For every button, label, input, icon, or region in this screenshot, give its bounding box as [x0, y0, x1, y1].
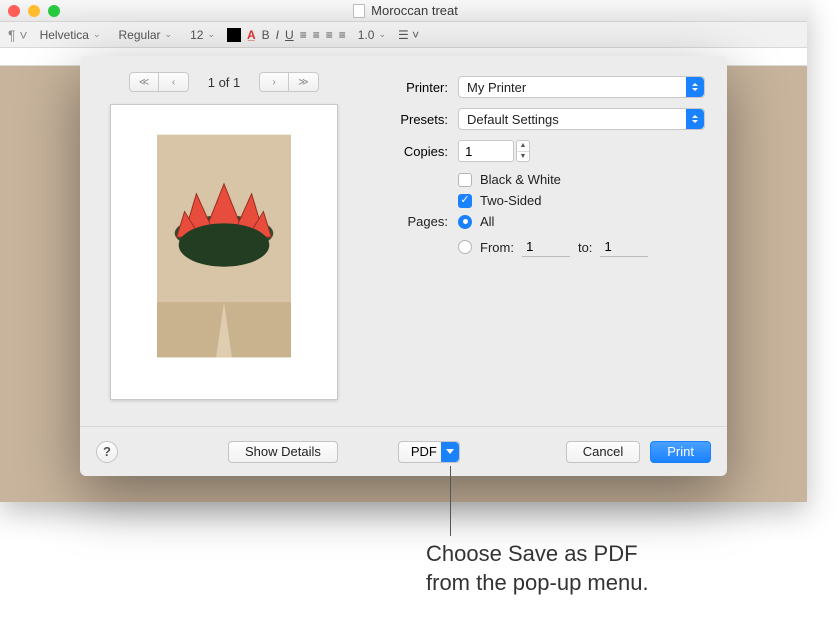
presets-label: Presets: — [378, 112, 448, 127]
help-button[interactable]: ? — [96, 441, 118, 463]
black-white-checkbox[interactable] — [458, 173, 472, 187]
page-thumbnail — [110, 104, 338, 400]
align-justify-button[interactable]: ≡ — [339, 28, 346, 42]
pages-from-input[interactable] — [522, 237, 570, 257]
pdf-popup-button[interactable]: PDF — [398, 441, 460, 463]
pages-to-label: to: — [578, 240, 592, 255]
underline-button[interactable]: U — [285, 28, 294, 42]
first-page-button[interactable]: ≪ — [129, 72, 159, 92]
print-preview-pane: ≪ ‹ 1 of 1 › ≫ — [80, 56, 368, 426]
align-center-button[interactable]: ≡ — [313, 28, 320, 42]
text-color-swatch[interactable] — [227, 28, 241, 42]
printer-label: Printer: — [378, 80, 448, 95]
page-indicator: 1 of 1 — [199, 75, 249, 90]
select-arrows-icon — [686, 77, 704, 97]
callout-text: Choose Save as PDF from the pop-up menu. — [426, 540, 649, 597]
minimize-window-button[interactable] — [28, 5, 40, 17]
print-button[interactable]: Print — [650, 441, 711, 463]
font-style-select[interactable]: Regular⌄ — [113, 25, 179, 45]
pages-all-radio[interactable] — [458, 215, 472, 229]
copies-input[interactable] — [458, 140, 514, 162]
two-sided-checkbox[interactable] — [458, 194, 472, 208]
titlebar: Moroccan treat — [0, 0, 807, 22]
paragraph-style-icon[interactable]: ¶ ˅ — [8, 27, 28, 43]
text-color-picker-icon[interactable]: A̲ — [247, 28, 256, 42]
black-white-label: Black & White — [480, 172, 561, 187]
document-icon — [353, 4, 365, 18]
pages-all-label: All — [480, 214, 494, 229]
cancel-button[interactable]: Cancel — [566, 441, 640, 463]
dialog-footer: ? Show Details PDF Cancel Print — [80, 426, 727, 476]
stepper-up-icon[interactable]: ▲ — [517, 141, 529, 152]
preview-image — [157, 133, 291, 359]
next-page-button[interactable]: › — [259, 72, 289, 92]
prev-page-button[interactable]: ‹ — [159, 72, 189, 92]
stepper-down-icon[interactable]: ▼ — [517, 152, 529, 162]
maximize-window-button[interactable] — [48, 5, 60, 17]
close-window-button[interactable] — [8, 5, 20, 17]
italic-button[interactable]: I — [276, 28, 279, 42]
presets-select[interactable]: Default Settings — [458, 108, 705, 130]
font-size-select[interactable]: 12⌄ — [184, 25, 221, 45]
print-settings-pane: Printer: My Printer Presets: Default Set… — [368, 56, 727, 426]
font-family-select[interactable]: Helvetica⌄ — [34, 25, 107, 45]
align-left-button[interactable]: ≡ — [300, 28, 307, 42]
bold-button[interactable]: B — [262, 28, 270, 42]
window-title-text: Moroccan treat — [371, 3, 458, 18]
pages-range-radio[interactable] — [458, 240, 472, 254]
align-right-button[interactable]: ≡ — [326, 28, 333, 42]
callout-leader-line — [450, 466, 451, 536]
select-arrows-icon — [686, 109, 704, 129]
two-sided-label: Two-Sided — [480, 193, 541, 208]
pages-label: Pages: — [378, 214, 448, 229]
last-page-button[interactable]: ≫ — [289, 72, 319, 92]
format-toolbar: ¶ ˅ Helvetica⌄ Regular⌄ 12⌄ A̲ B I U ≡ ≡… — [0, 22, 807, 48]
window-title: Moroccan treat — [60, 3, 751, 18]
traffic-lights — [8, 5, 60, 17]
page-navigator: ≪ ‹ 1 of 1 › ≫ — [129, 72, 319, 92]
pages-to-input[interactable] — [600, 237, 648, 257]
chevron-down-icon — [441, 442, 459, 462]
pages-from-label: From: — [480, 240, 514, 255]
list-style-button[interactable]: ☰ ˅ — [398, 28, 419, 42]
line-spacing-select[interactable]: 1.0⌄ — [352, 25, 392, 45]
copies-stepper[interactable]: ▲ ▼ — [516, 140, 530, 162]
print-dialog: ≪ ‹ 1 of 1 › ≫ — [80, 56, 727, 476]
show-details-button[interactable]: Show Details — [228, 441, 338, 463]
copies-label: Copies: — [378, 144, 448, 159]
printer-select[interactable]: My Printer — [458, 76, 705, 98]
